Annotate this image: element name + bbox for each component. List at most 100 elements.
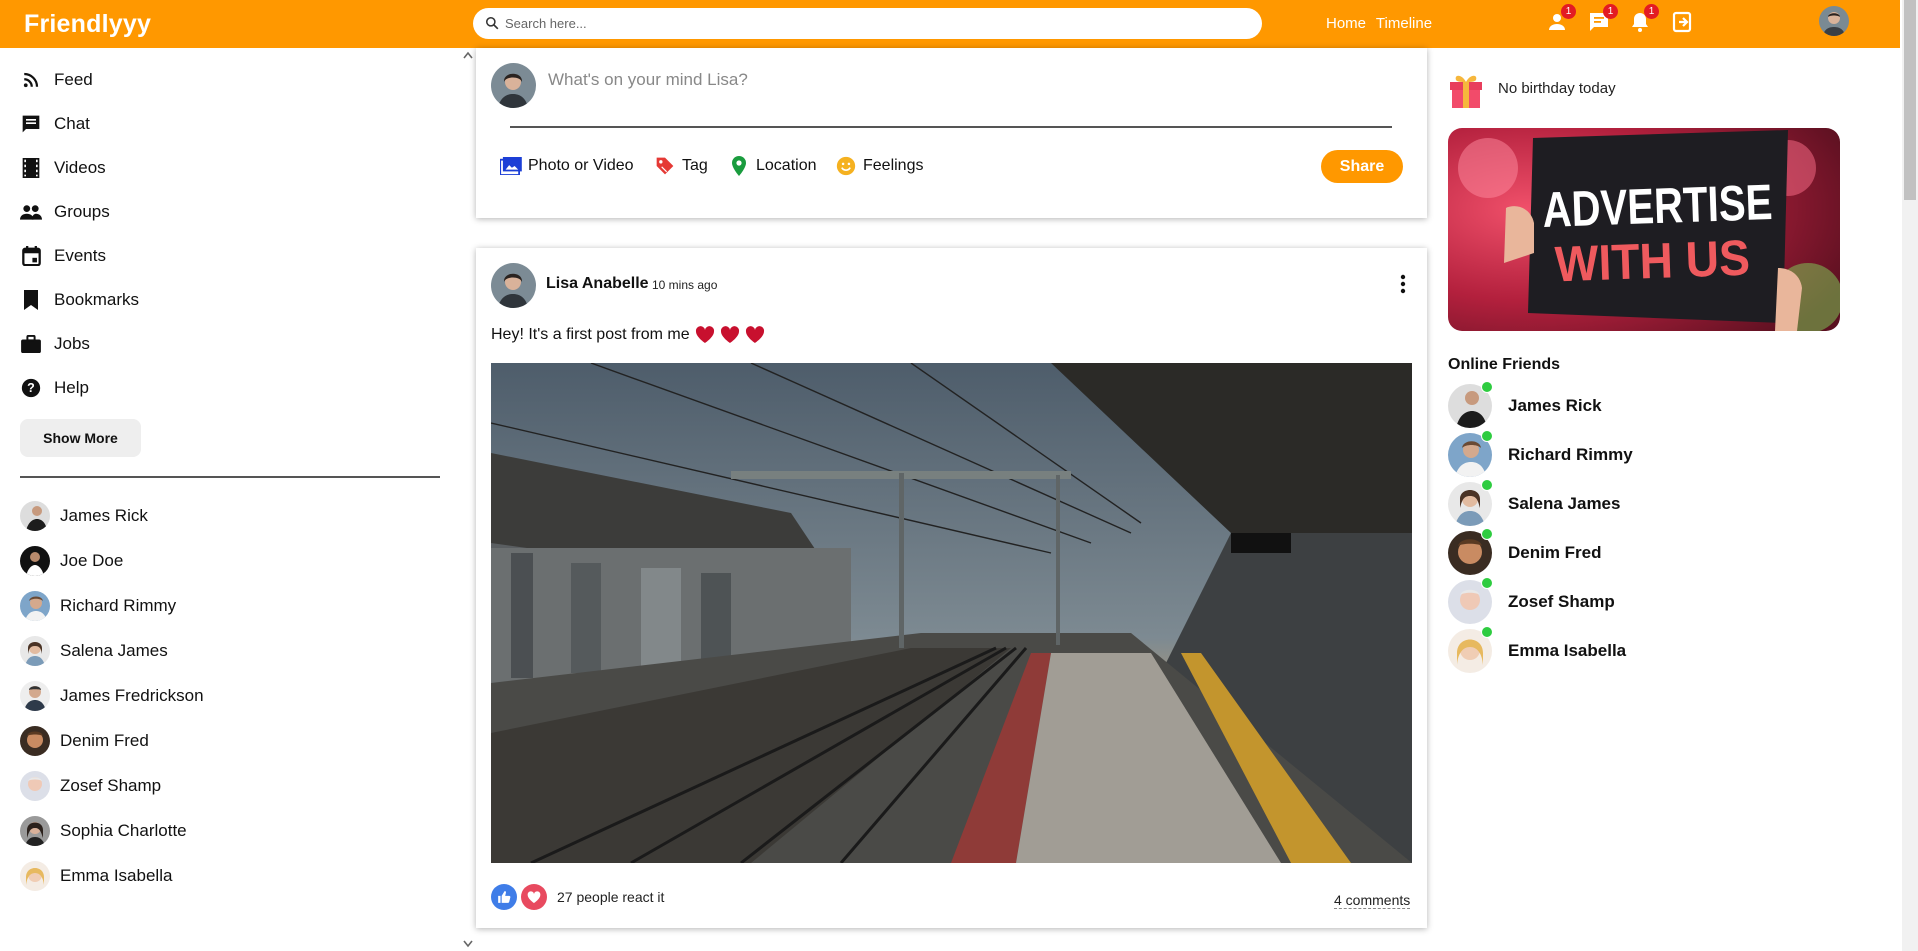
chevron-down-icon[interactable] <box>463 940 473 948</box>
status-input[interactable]: What's on your mind Lisa? <box>548 70 748 90</box>
online-friend-item[interactable]: Richard Rimmy <box>1448 429 1633 477</box>
avatar[interactable] <box>491 63 536 108</box>
ad-line-1: ADVERTISE <box>1541 174 1773 238</box>
friend-item[interactable]: Emma Isabella <box>20 859 172 893</box>
online-friends-title: Online Friends <box>1448 356 1561 373</box>
page-scrollbar[interactable] <box>1902 0 1918 951</box>
share-box: What's on your mind Lisa? Photo or Video… <box>476 48 1427 218</box>
sidebar-item-label: Bookmarks <box>54 290 140 309</box>
chevron-up-icon[interactable] <box>463 51 473 59</box>
share-divider <box>510 126 1392 128</box>
sidebar-item-label: Chat <box>54 114 90 133</box>
avatar <box>20 681 50 711</box>
sidebar-item-label: Videos <box>54 158 106 177</box>
friend-requests-button[interactable]: 1 <box>1545 4 1576 36</box>
avatar[interactable] <box>491 263 536 308</box>
location-option[interactable]: Location <box>728 155 817 177</box>
sidebar-item-help[interactable]: ? Help <box>20 373 89 403</box>
friend-item[interactable]: Richard Rimmy <box>20 589 176 623</box>
sidebar-item-bookmarks[interactable]: Bookmarks <box>20 285 139 315</box>
post-image[interactable] <box>491 363 1412 863</box>
online-status-dot <box>1481 625 1493 638</box>
online-status-dot <box>1481 478 1493 491</box>
online-friend-item[interactable]: Denim Fred <box>1448 527 1602 575</box>
notification-badge: 1 <box>1603 4 1618 19</box>
tag-icon <box>654 155 676 177</box>
rss-icon <box>20 69 42 91</box>
sidebar-item-feed[interactable]: Feed <box>20 65 93 95</box>
friend-item[interactable]: James Rick <box>20 499 148 533</box>
friend-name: James Rick <box>60 506 148 525</box>
feed-scrollbar[interactable] <box>460 48 476 951</box>
online-friend-name: Zosef Shamp <box>1508 591 1615 611</box>
friend-item[interactable]: Denim Fred <box>20 724 149 758</box>
friend-item[interactable]: James Fredrickson <box>20 679 204 713</box>
sidebar-item-chat[interactable]: Chat <box>20 109 90 139</box>
online-status-dot <box>1481 527 1493 540</box>
online-friend-item[interactable]: James Rick <box>1448 380 1602 428</box>
avatar <box>1448 478 1493 526</box>
online-friend-item[interactable]: Zosef Shamp <box>1448 576 1615 624</box>
share-button[interactable]: Share <box>1321 150 1403 183</box>
online-friend-item[interactable]: Emma Isabella <box>1448 625 1627 673</box>
sidebar-item-label: Groups <box>54 202 110 221</box>
search-bar[interactable] <box>473 8 1262 39</box>
messages-button[interactable]: 1 <box>1587 4 1618 36</box>
friend-name: Emma Isabella <box>60 866 173 885</box>
notifications-button[interactable]: 1 <box>1628 4 1659 36</box>
chat-icon <box>20 113 42 135</box>
avatar <box>20 816 50 846</box>
like-icon[interactable] <box>491 884 517 910</box>
friend-item[interactable]: Salena James <box>20 634 168 668</box>
app-logo[interactable]: Friendlyyy <box>24 10 151 39</box>
avatar <box>20 861 50 891</box>
help-icon: ? <box>20 377 42 399</box>
online-friend-name: Salena James <box>1508 493 1621 513</box>
online-friend-item[interactable]: Salena James <box>1448 478 1621 526</box>
photo-icon <box>500 155 522 177</box>
search-input[interactable] <box>505 11 1235 36</box>
nav-link-home[interactable]: Home <box>1326 15 1366 32</box>
notification-badge: 1 <box>1561 4 1576 19</box>
sidebar-item-videos[interactable]: Videos <box>20 153 106 183</box>
love-icon[interactable] <box>521 884 547 910</box>
more-vert-icon[interactable] <box>1393 272 1413 296</box>
heart-icon <box>695 326 714 343</box>
svg-text:?: ? <box>27 381 35 395</box>
show-more-button[interactable]: Show More <box>20 419 141 457</box>
profile-avatar[interactable] <box>1819 6 1849 36</box>
nav-link-timeline[interactable]: Timeline <box>1376 15 1432 32</box>
friend-name: Denim Fred <box>60 731 149 750</box>
friend-item[interactable]: Sophia Charlotte <box>20 814 187 848</box>
photo-video-option[interactable]: Photo or Video <box>500 155 634 177</box>
friend-name: Sophia Charlotte <box>60 821 187 840</box>
notification-badge: 1 <box>1644 4 1659 19</box>
post-text: Hey! It's a first post from me <box>491 326 765 344</box>
gift-icon <box>1450 75 1482 108</box>
post-body: Hey! It's a first post from me <box>491 326 690 343</box>
sidebar-item-groups[interactable]: Groups <box>20 197 110 227</box>
online-friend-name: Emma Isabella <box>1508 640 1627 660</box>
heart-icon <box>720 326 739 343</box>
avatar <box>20 591 50 621</box>
smile-icon <box>835 155 857 177</box>
feelings-option[interactable]: Feelings <box>835 155 923 177</box>
sidebar-item-events[interactable]: Events <box>20 241 106 271</box>
avatar <box>1448 380 1493 428</box>
friend-item[interactable]: Joe Doe <box>20 544 123 578</box>
friend-item[interactable]: Zosef Shamp <box>20 769 161 803</box>
logout-button[interactable] <box>1670 10 1696 36</box>
advertisement-banner[interactable]: ADVERTISE WITH US <box>1448 128 1840 331</box>
sidebar-item-jobs[interactable]: Jobs <box>20 329 90 359</box>
sidebar-item-label: Feed <box>54 70 93 89</box>
post-time: 10 mins ago <box>652 278 718 292</box>
sidebar-item-label: Help <box>54 378 89 397</box>
tag-option[interactable]: Tag <box>654 155 708 177</box>
reactions: 27 people react it <box>491 884 664 910</box>
avatar <box>20 636 50 666</box>
briefcase-icon <box>20 333 42 355</box>
post-author[interactable]: Lisa Anabelle <box>546 275 649 293</box>
scrollbar-thumb[interactable] <box>1904 0 1916 200</box>
comments-link[interactable]: 4 comments <box>1334 892 1411 909</box>
online-status-dot <box>1481 576 1493 589</box>
